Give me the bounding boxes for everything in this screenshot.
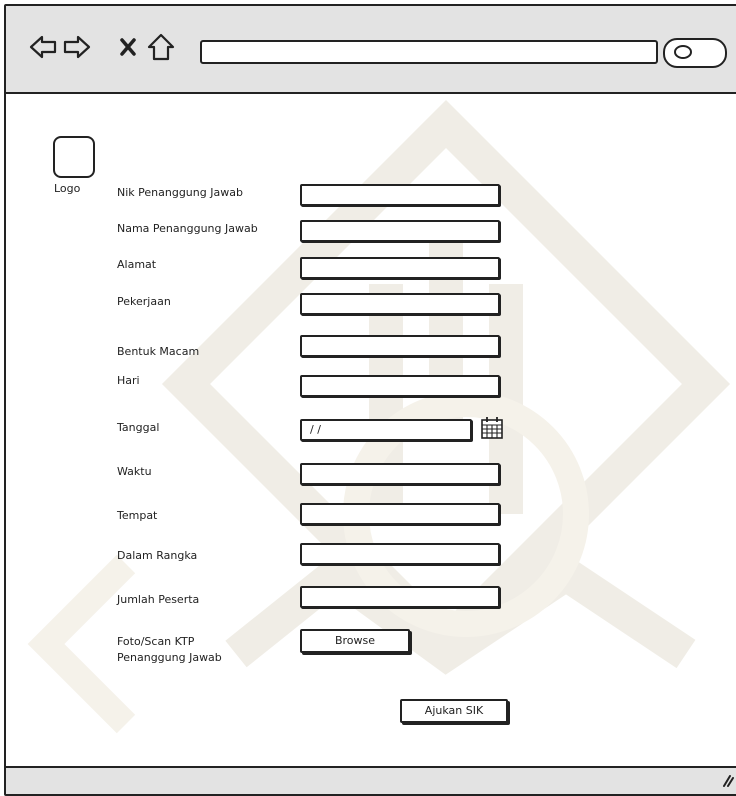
logo-placeholder: [53, 136, 95, 178]
address-bar[interactable]: [200, 40, 658, 64]
search-icon: [674, 45, 692, 59]
hari-label: Hari: [117, 374, 140, 387]
submit-sik-button[interactable]: Ajukan SIK: [400, 699, 508, 723]
alamat-input[interactable]: [300, 257, 500, 279]
jumlah-peserta-input[interactable]: [300, 586, 500, 608]
alamat-label: Alamat: [117, 258, 157, 271]
logo-label: Logo: [54, 182, 81, 195]
nik-label: Nik Penanggung Jawab: [117, 186, 243, 199]
foto-ktp-label-line1: Foto/Scan KTP: [117, 635, 195, 648]
bentuk-macam-input[interactable]: [300, 335, 500, 357]
pekerjaan-input[interactable]: [300, 293, 500, 315]
search-box[interactable]: [663, 38, 727, 68]
page-content: Logo Nik Penanggung Jawab Nama Penanggun…: [6, 94, 736, 768]
dalam-rangka-label: Dalam Rangka: [117, 549, 198, 562]
nama-label: Nama Penanggung Jawab: [117, 222, 258, 235]
resize-grip-icon[interactable]: [718, 774, 734, 788]
dalam-rangka-input[interactable]: [300, 543, 500, 565]
waktu-input[interactable]: [300, 463, 500, 485]
browser-toolbar: [6, 6, 736, 94]
waktu-label: Waktu: [117, 465, 152, 478]
tempat-input[interactable]: [300, 503, 500, 525]
hari-input[interactable]: [300, 375, 500, 397]
pekerjaan-label: Pekerjaan: [117, 295, 171, 308]
calendar-icon[interactable]: [480, 416, 504, 440]
foto-ktp-label-line2: Penanggung Jawab: [117, 651, 222, 664]
forward-arrow-icon[interactable]: [62, 32, 92, 62]
back-arrow-icon[interactable]: [28, 32, 58, 62]
browse-button[interactable]: Browse: [300, 629, 410, 653]
bentuk-macam-label: Bentuk Macam: [117, 345, 200, 358]
home-icon[interactable]: [146, 32, 176, 62]
jumlah-peserta-label: Jumlah Peserta: [117, 593, 200, 606]
close-icon[interactable]: [114, 32, 144, 62]
browser-window: Logo Nik Penanggung Jawab Nama Penanggun…: [4, 4, 736, 796]
tempat-label: Tempat: [117, 509, 158, 522]
tanggal-input[interactable]: / /: [300, 419, 472, 441]
status-bar: [6, 766, 736, 794]
nik-input[interactable]: [300, 184, 500, 206]
tanggal-label: Tanggal: [117, 421, 160, 434]
nama-input[interactable]: [300, 220, 500, 242]
